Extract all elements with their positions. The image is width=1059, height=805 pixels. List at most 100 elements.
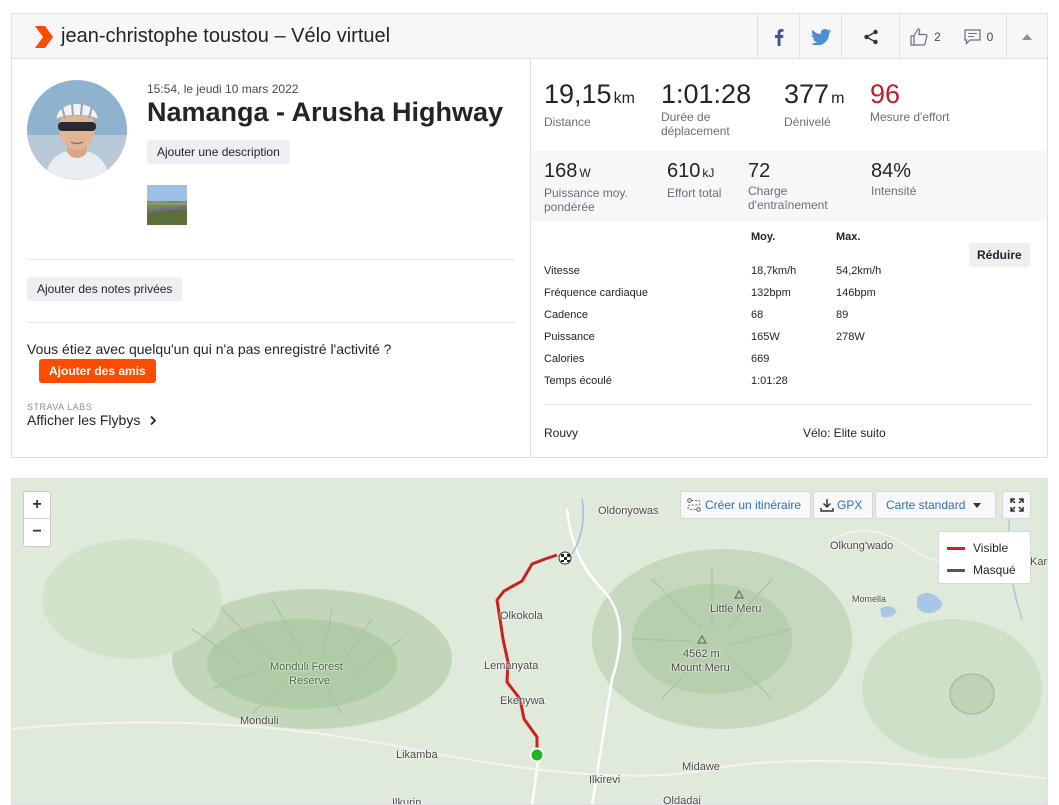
avatar[interactable] [27,80,127,180]
map-label-olkokola: Olkokola [500,610,543,622]
fullscreen-button[interactable] [1002,491,1031,519]
reduce-button[interactable]: Réduire [969,243,1030,267]
zoom-control: + − [23,491,51,547]
map-label-ekenywa: Ekenywa [500,695,545,707]
activity-header: jean-christophe toustou – Vélo virtuel 2… [12,14,1047,59]
twitter-icon [810,28,831,45]
twitter-share-button[interactable] [799,14,841,59]
map-legend: Visible Masqué [938,531,1031,584]
detail-avg: 132bpm [751,287,791,299]
kudos-button[interactable]: 2 [899,14,951,59]
add-friends-button[interactable]: Ajouter des amis [39,359,156,383]
legend-hidden-label: Masqué [973,563,1016,577]
strava-ride-icon [35,26,53,48]
stat-value: 96 [870,79,901,109]
detail-label: Puissance [544,331,595,343]
caret-down-icon [973,502,982,508]
detail-row-cadence: Cadence 68 89 [544,309,1024,331]
activity-stats: 19,15 km Distance 1:01:28 Durée de déplac… [530,59,1047,457]
divider [27,322,515,323]
zoom-out-button[interactable]: − [24,519,50,546]
chevron-up-icon [1022,33,1032,40]
stat-label: Effort total [667,186,722,200]
stat-value: 19,15 [544,79,612,109]
detail-max: 54,2km/h [836,265,882,277]
detail-max: 278W [836,331,865,343]
stat-value: 610 [667,160,701,182]
facebook-icon [774,28,783,46]
stat-label: Durée de déplacement [661,110,730,138]
stat-value: 84% [871,160,912,182]
stat-elevation: 377 m Dénivelé [784,80,844,129]
activity-owner-title[interactable]: jean-christophe toustou – Vélo virtuel [61,25,390,48]
map-type-select[interactable]: Carte standard [875,491,996,519]
activity-photo-thumbnail[interactable] [147,185,187,225]
stat-weighted-power: 168 W Puissance moy. pondérée [544,160,644,214]
map-label-oldonyowas: Oldonyowas [598,505,659,517]
stat-label: Intensité [871,184,917,198]
stat-label: Dénivelé [784,115,831,129]
map-label-monduli-forest: Monduli Forest [270,661,343,673]
map-label-reserve: Reserve [289,675,330,687]
legend-visible: Visible [947,540,1008,556]
column-header-average: Moy. [751,231,776,243]
comments-button[interactable]: 0 [951,14,1006,59]
detail-avg: 165W [751,331,780,343]
facebook-share-button[interactable] [757,14,799,59]
thumbs-up-icon [910,27,928,46]
secondary-stats-band: 168 W Puissance moy. pondérée 610 kJ Effor… [531,151,1047,221]
device-name: Rouvy [544,426,579,440]
detail-label: Vitesse [544,265,580,277]
map-type-label: Carte standard [886,498,966,512]
detail-label: Temps écoulé [544,375,612,387]
stat-value: 377 [784,79,830,109]
detail-row-calories: Calories 669 [544,353,1024,375]
flyby-label: Afficher les Flybys [27,412,141,428]
gpx-download-button[interactable]: GPX [813,491,873,519]
download-icon [820,499,834,512]
detail-row-elapsed-time: Temps écoulé 1:01:28 [544,375,1024,397]
fullscreen-icon [1009,498,1024,512]
column-header-max: Max. [836,231,861,243]
map-label-likamba: Likamba [396,749,438,761]
add-description-button[interactable]: Ajouter une description [147,140,290,164]
collapse-button[interactable] [1006,14,1047,59]
chevron-right-icon [150,415,157,426]
strava-labs-label: STRAVA LABS [27,402,93,412]
detail-label: Cadence [544,309,589,321]
add-private-notes-button[interactable]: Ajouter des notes privées [27,277,183,301]
stat-distance: 19,15 km Distance [544,80,635,129]
detail-max: 89 [836,309,849,321]
legend-hidden: Masqué [947,562,1016,578]
stat-value: 72 [748,160,771,182]
create-route-button[interactable]: Créer un itinéraire [680,491,811,519]
map-label-kara: Kara [1030,556,1048,568]
legend-visible-label: Visible [973,541,1009,555]
stat-label: Distance [544,115,591,129]
activity-map[interactable]: Oldonyowas Olkung'wado Kara Momella Litt… [11,478,1048,805]
activity-name: Namanga - Arusha Highway [147,97,504,127]
zoom-in-button[interactable]: + [24,492,50,519]
stat-label: Charge d'entraînement [748,184,828,212]
stat-training-load: 72 Charge d'entraînement [748,160,848,212]
kudos-count: 2 [934,29,941,44]
detail-avg: 18,7km/h [751,265,797,277]
detail-avg: 669 [751,353,770,365]
map-label-mount-meru: Mount Meru [671,662,730,674]
stat-total-work: 610 kJ Effort total [667,160,721,200]
map-label-momella: Momella [852,594,887,604]
map-label-lemanyata: Lemanyata [484,660,539,672]
stat-unit: W [579,166,591,180]
share-button[interactable] [841,14,899,59]
create-route-label: Créer un itinéraire [705,498,802,512]
bike-name: Vélo: Elite suito [803,426,886,440]
stat-unit: m [831,90,845,107]
stat-relative-effort[interactable]: 96 Mesure d'effort [870,80,949,124]
route-icon [687,498,701,512]
avatar-photo [27,80,127,180]
map-label-oldadai: Oldadai [663,795,701,805]
activity-summary: 15:54, le jeudi 10 mars 2022 Namanga - A… [12,59,530,457]
flyby-link[interactable]: Afficher les Flybys [27,412,157,428]
stat-value: 1:01:28 [661,79,752,109]
detail-row-speed: Vitesse 18,7km/h 54,2km/h [544,265,1024,287]
